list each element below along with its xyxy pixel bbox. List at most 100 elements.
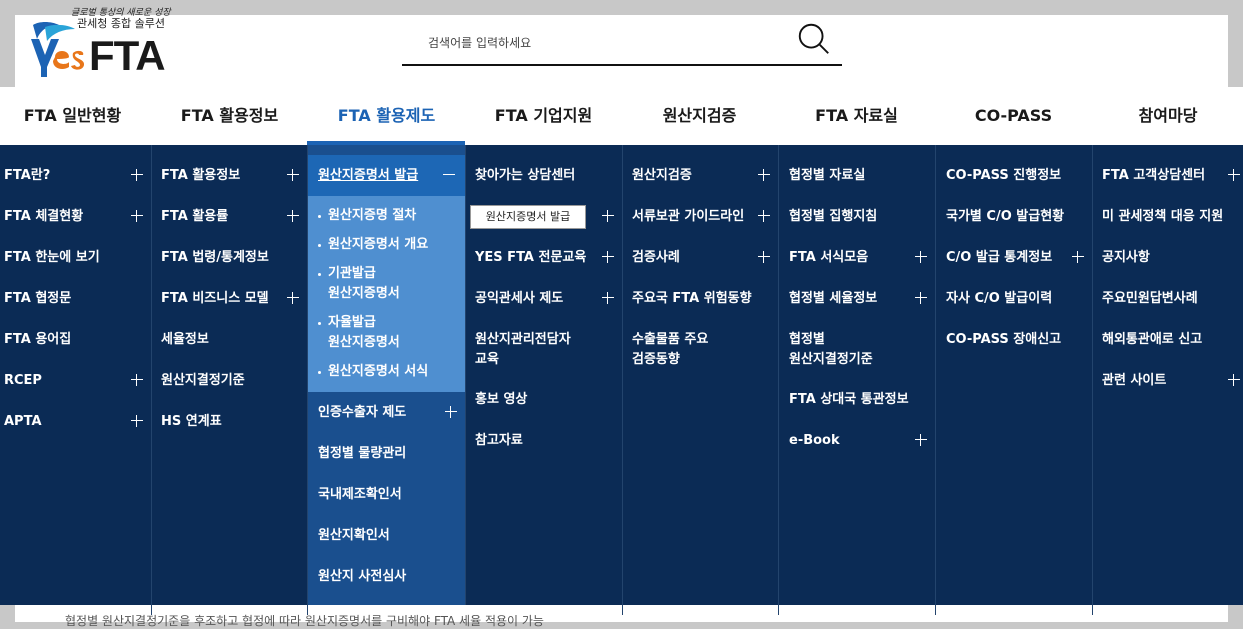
menu-item[interactable]: 협정별 원산지결정기준 (779, 319, 935, 379)
header: 글로벌 통상의 새로운 성장 관세청 종합 솔루션 FTA (15, 8, 1228, 87)
menu-item[interactable]: 서류보관 가이드라인 (623, 196, 778, 237)
menu-column-library: 협정별 자료실 협정별 집행지침 FTA 서식모음 협정별 세율정보 협정별 원산… (779, 145, 936, 615)
plus-icon[interactable] (131, 210, 143, 222)
menu-item[interactable]: 관련 사이트 (1093, 360, 1243, 401)
menu-item[interactable]: CO-PASS 장애신고 (936, 319, 1092, 360)
plus-icon[interactable] (287, 210, 299, 222)
gnb-item-business-support[interactable]: FTA 기업지원 (466, 87, 621, 145)
menu-item[interactable]: 원산지 사전심사 (308, 556, 465, 597)
menu-item[interactable]: FTA 협정문 (0, 278, 151, 319)
menu-item[interactable]: 원산지관리전담자 교육 (466, 319, 622, 379)
gnb-item-fta-library[interactable]: FTA 자료실 (779, 87, 934, 145)
menu-item[interactable]: FTA 용어집 (0, 319, 151, 360)
site-logo[interactable]: 글로벌 통상의 새로운 성장 관세청 종합 솔루션 FTA (25, 7, 195, 87)
submenu-item[interactable]: 원산지증명서 서식 (308, 362, 465, 382)
menu-item[interactable]: 국가별 C/O 발급현황 (936, 196, 1092, 237)
menu-item[interactable]: 원산지검증 (623, 155, 778, 196)
minus-icon[interactable] (443, 169, 455, 181)
plus-icon[interactable] (915, 251, 927, 263)
menu-item[interactable]: FTA 비즈니스 모델 (152, 278, 307, 319)
menu-item[interactable]: 해외통관애로 신고 (1093, 319, 1243, 360)
gnb-item-fta-overview[interactable]: FTA 일반현황 (0, 87, 145, 145)
menu-item[interactable]: 공익관세사 제도 (466, 278, 622, 319)
menu-item[interactable]: 자사 C/O 발급이력 (936, 278, 1092, 319)
menu-item[interactable]: 협정별 집행지침 (779, 196, 935, 237)
plus-icon[interactable] (1228, 169, 1240, 181)
plus-icon[interactable] (758, 210, 770, 222)
menu-item[interactable]: FTA란? (0, 155, 151, 196)
tooltip: 원산지증명서 발급 (470, 205, 586, 229)
menu-item[interactable]: FTA 서식모음 (779, 237, 935, 278)
gnb-item-fta-usage-system[interactable]: FTA 활용제도 (308, 87, 465, 145)
menu-column-participation: FTA 고객상담센터 미 관세정책 대응 지원 공지사항 주요민원답변사례 해외… (1093, 145, 1243, 615)
menu-column-usage-info: FTA 활용정보 FTA 활용률 FTA 법령/통계정보 FTA 비즈니스 모델… (152, 145, 308, 615)
menu-item[interactable]: FTA 활용률 (152, 196, 307, 237)
menu-column-origin-verification: 원산지검증 서류보관 가이드라인 검증사례 주요국 FTA 위험동향 수출물품 … (623, 145, 779, 615)
submenu-item[interactable]: 원산지증명 절차 (308, 206, 465, 226)
plus-icon[interactable] (758, 251, 770, 263)
plus-icon[interactable] (602, 251, 614, 263)
menu-item[interactable]: RCEP (0, 360, 151, 401)
menu-column-usage-system: 원산지증명서 발급 원산지증명 절차 원산지증명서 개요 기관발급 원산지증명서 … (308, 145, 466, 605)
menu-item[interactable]: 원산지확인서 (308, 515, 465, 556)
page-body-text: 협정별 원산지결정기준을 후조하고 협정에 따라 원산지증명서를 구비해야 FT… (65, 614, 544, 628)
gnb-item-co-pass[interactable]: CO-PASS (936, 87, 1091, 145)
plus-icon[interactable] (131, 374, 143, 386)
menu-item[interactable]: FTA 법령/통계정보 (152, 237, 307, 278)
plus-icon[interactable] (1072, 251, 1084, 263)
menu-item[interactable]: 원산지결정기준 (152, 360, 307, 401)
plus-icon[interactable] (602, 210, 614, 222)
menu-item[interactable]: FTA 체결현황 (0, 196, 151, 237)
menu-item[interactable]: 주요민원답변사례 (1093, 278, 1243, 319)
menu-item[interactable]: YES FTA 전문교육 (466, 237, 622, 278)
mega-menu: FTA란? FTA 체결현황 FTA 한눈에 보기 FTA 협정문 FTA 용어… (0, 145, 1243, 615)
plus-icon[interactable] (287, 169, 299, 181)
plus-icon[interactable] (915, 434, 927, 446)
menu-item[interactable]: 주요국 FTA 위험동향 (623, 278, 778, 319)
plus-icon[interactable] (445, 406, 457, 418)
menu-item[interactable]: FTA 한눈에 보기 (0, 237, 151, 278)
gnb-item-participation[interactable]: 참여마당 (1093, 87, 1243, 145)
menu-item[interactable]: 참고자료 (466, 420, 622, 461)
plus-icon[interactable] (915, 292, 927, 304)
search-icon[interactable] (794, 20, 834, 58)
menu-item-origin-cert-issue[interactable]: 원산지증명서 발급 (308, 155, 465, 196)
menu-item[interactable]: FTA 상대국 통관정보 (779, 379, 935, 420)
menu-item[interactable]: 국내제조확인서 (308, 474, 465, 515)
search-input[interactable] (426, 30, 790, 56)
submenu-item[interactable]: 원산지증명서 개요 (308, 235, 465, 255)
menu-item[interactable]: 수출물품 주요 검증동향 (623, 319, 778, 379)
gnb-item-origin-verification[interactable]: 원산지검증 (622, 87, 777, 145)
menu-item[interactable]: 협정별 물량관리 (308, 433, 465, 474)
search-bar (402, 20, 842, 66)
plus-icon[interactable] (131, 169, 143, 181)
plus-icon[interactable] (758, 169, 770, 181)
plus-icon[interactable] (287, 292, 299, 304)
plus-icon[interactable] (131, 415, 143, 427)
logo-brand-text: FTA (89, 32, 166, 79)
menu-item[interactable]: 협정별 세율정보 (779, 278, 935, 319)
plus-icon[interactable] (1228, 374, 1240, 386)
gnb-item-fta-usage-info[interactable]: FTA 활용정보 (152, 87, 307, 145)
menu-item[interactable]: FTA 활용정보 (152, 155, 307, 196)
menu-item[interactable]: 세율정보 (152, 319, 307, 360)
menu-item[interactable]: HS 연계표 (152, 401, 307, 442)
menu-item[interactable]: 홍보 영상 (466, 379, 622, 420)
menu-item[interactable]: 검증사례 (623, 237, 778, 278)
menu-item[interactable]: APTA (0, 401, 151, 442)
menu-item[interactable]: CO-PASS 진행정보 (936, 155, 1092, 196)
menu-item[interactable]: e-Book (779, 420, 935, 461)
submenu-item[interactable]: 자율발급 원산지증명서 (308, 313, 465, 353)
plus-icon[interactable] (602, 292, 614, 304)
menu-item[interactable]: C/O 발급 통계정보 (936, 237, 1092, 278)
menu-item[interactable]: FTA 고객상담센터 (1093, 155, 1243, 196)
submenu-item[interactable]: 기관발급 원산지증명서 (308, 264, 465, 304)
yes-logo-mark (31, 22, 85, 77)
menu-item[interactable]: 협정별 자료실 (779, 155, 935, 196)
menu-column-overview: FTA란? FTA 체결현황 FTA 한눈에 보기 FTA 협정문 FTA 용어… (0, 145, 152, 615)
menu-item[interactable]: 찾아가는 상담센터 (466, 155, 622, 196)
menu-item[interactable]: 공지사항 (1093, 237, 1243, 278)
submenu: 원산지증명 절차 원산지증명서 개요 기관발급 원산지증명서 자율발급 원산지증명서… (308, 196, 465, 392)
menu-item[interactable]: 미 관세정책 대응 지원 (1093, 196, 1243, 237)
menu-item[interactable]: 인증수출자 제도 (308, 392, 465, 433)
